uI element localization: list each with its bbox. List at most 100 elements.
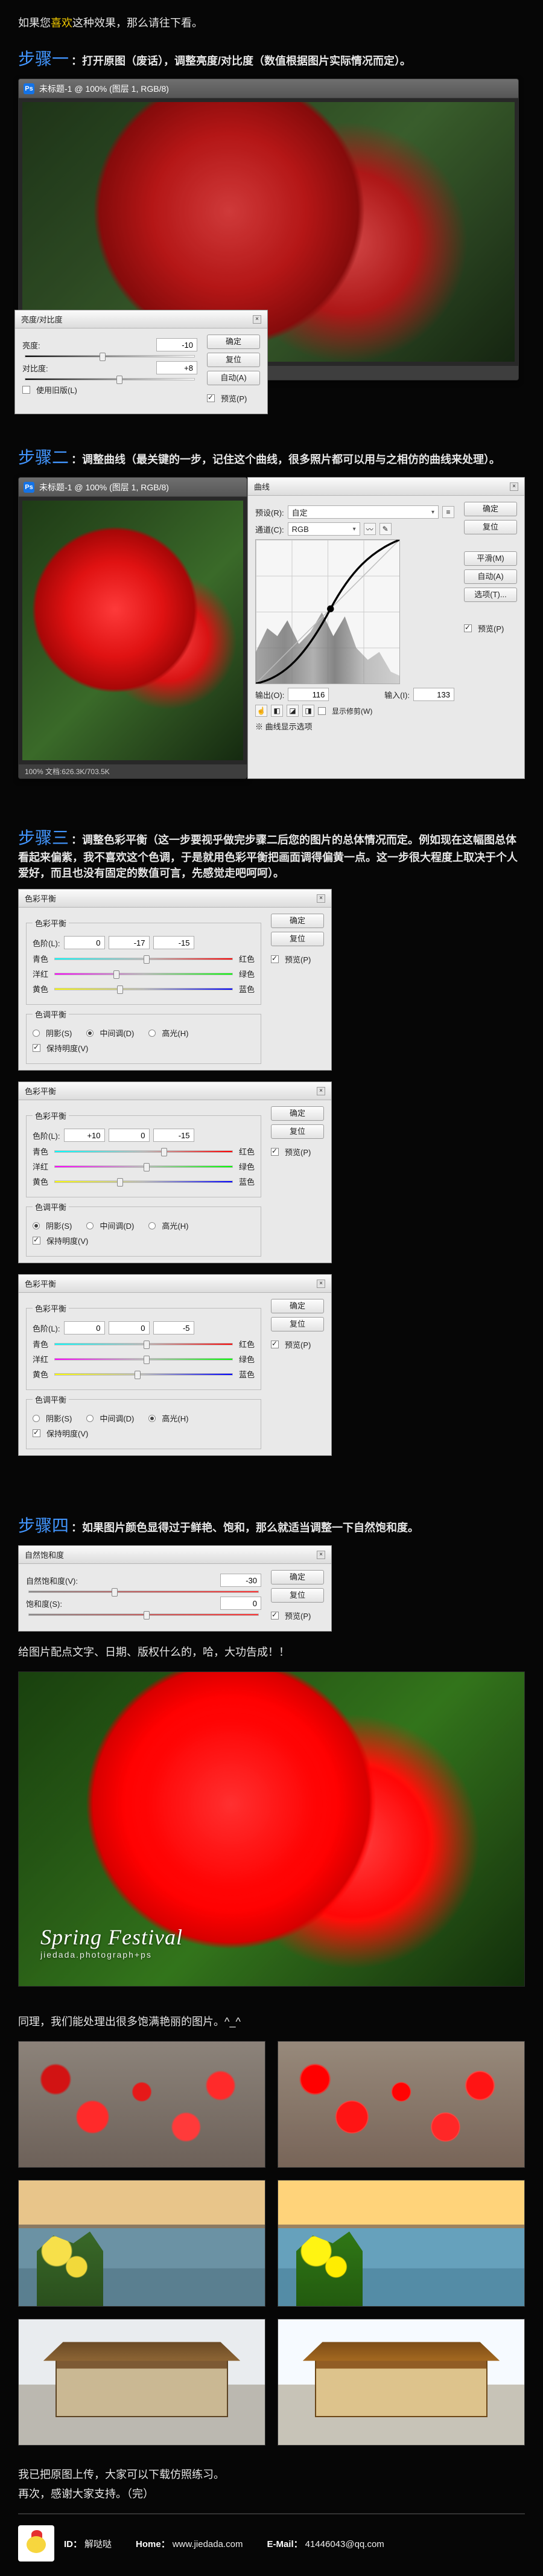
yellow-blue-slider[interactable] [54,988,233,990]
magenta-green-slider[interactable] [54,973,233,975]
eyedropper-white-icon[interactable]: ◨ [302,705,314,717]
level-c-input[interactable] [153,1321,194,1334]
step4-heading: 步骤四：如果图片颜色显得过于鲜艳、饱和，那么就适当调整一下自然饱和度。 [18,1513,525,1537]
color-balance-dialog: 色彩平衡× 色彩平衡 色阶(L): 青色红色 洋红绿色 黄色蓝色 [18,889,332,1071]
curve-display-options[interactable]: ※ 曲线显示选项 [255,720,313,732]
tone-midtones-radio[interactable] [86,1030,94,1037]
level-b-input[interactable] [109,1129,150,1142]
tone-highlights-radio[interactable] [148,1222,156,1229]
author-home[interactable]: www.jiedada.com [173,2539,243,2549]
preset-menu-icon[interactable]: ≡ [442,506,454,518]
intro-line: 如果您喜欢这种效果，那么请往下看。 [18,14,525,30]
step3-desc: ：调整色彩平衡（这一步要视乎做完步骤二后您的图片的总体情况而定。例如现在这幅图总… [18,834,518,879]
saturation-input[interactable] [220,1597,261,1610]
contrast-input[interactable] [156,361,197,374]
preserve-luminosity-checkbox[interactable] [33,1237,40,1245]
preview-checkbox[interactable] [464,624,472,632]
author-email[interactable]: 41446043@qq.com [305,2539,384,2549]
ok-button[interactable]: 确定 [207,335,260,349]
smooth-button[interactable]: 平滑(M) [464,551,517,566]
preset-select[interactable]: 自定▾ [288,505,439,519]
preview-checkbox[interactable] [271,1341,279,1348]
magenta-green-slider[interactable] [54,1165,233,1168]
vibrance-slider[interactable] [28,1591,259,1593]
tone-highlights-radio[interactable] [148,1030,156,1037]
close-icon[interactable]: × [317,1087,325,1095]
levels-label: 色阶(L): [33,1322,60,1334]
hand-sampler-icon[interactable]: ☝ [255,705,267,717]
close-icon[interactable]: × [253,315,261,324]
eyedropper-black-icon[interactable]: ◧ [271,705,283,717]
cancel-button[interactable]: 复位 [271,932,324,946]
contrast-slider[interactable] [25,378,195,380]
auto-button[interactable]: 自动(A) [207,371,260,385]
cyan-red-slider[interactable] [54,1343,233,1345]
cancel-button[interactable]: 复位 [271,1588,324,1603]
close-icon[interactable]: × [317,894,325,903]
yellow-blue-slider[interactable] [54,1373,233,1376]
cancel-button[interactable]: 复位 [271,1124,324,1139]
preview-checkbox[interactable] [271,955,279,963]
level-b-input[interactable] [109,936,150,949]
author-footer: ID：解哒哒 Home：www.jiedada.com E-Mail：41446… [18,2514,525,2576]
cyan-red-slider[interactable] [54,1150,233,1153]
ok-button[interactable]: 确定 [271,1299,324,1313]
options-button[interactable]: 选项(T)... [464,588,517,602]
tone-highlights-radio[interactable] [148,1415,156,1422]
input-label: 输入(I): [384,689,410,700]
preview-checkbox[interactable] [271,1612,279,1620]
ok-button[interactable]: 确定 [271,1106,324,1121]
level-a-input[interactable] [64,1321,105,1334]
curve-tool-icon[interactable]: 〰 [364,523,376,535]
photoshop-icon: Ps [24,83,34,94]
preview-checkbox[interactable] [271,1148,279,1156]
level-a-input[interactable] [64,936,105,949]
ps-titlebar: Ps 未标题-1 @ 100% (图层 1, RGB/8) [19,79,518,98]
close-icon[interactable]: × [317,1280,325,1288]
auto-button[interactable]: 自动(A) [464,569,517,584]
curves-graph[interactable] [255,539,400,684]
preview-checkbox[interactable] [207,394,215,402]
preserve-luminosity-checkbox[interactable] [33,1429,40,1437]
pencil-tool-icon[interactable]: ✎ [379,523,392,535]
yellow-blue-slider[interactable] [54,1181,233,1183]
level-a-input[interactable] [64,1129,105,1142]
ok-button[interactable]: 确定 [464,502,517,516]
use-legacy-checkbox[interactable] [22,386,30,394]
cancel-button[interactable]: 复位 [464,520,517,534]
channel-select[interactable]: RGB▾ [288,522,360,536]
vibrance-input[interactable] [220,1574,261,1587]
output-input[interactable] [288,688,329,701]
level-b-input[interactable] [109,1321,150,1334]
eyedropper-gray-icon[interactable]: ◪ [287,705,299,717]
levels-label: 色阶(L): [33,937,60,949]
tone-shadows-radio[interactable] [33,1030,40,1037]
tone-midtones-radio[interactable] [86,1415,94,1422]
brightness-slider[interactable] [25,355,195,357]
watermark-title: Spring Festival [40,1924,183,1950]
show-clipping-checkbox[interactable] [318,707,326,715]
brightness-input[interactable] [156,338,197,351]
saturation-label: 饱和度(S): [26,1598,62,1609]
close-icon[interactable]: × [510,482,518,491]
tone-shadows-radio[interactable] [33,1222,40,1229]
close-icon[interactable]: × [317,1551,325,1559]
cancel-button[interactable]: 复位 [207,353,260,367]
cyan-red-slider[interactable] [54,958,233,960]
tone-shadows-radio[interactable] [33,1415,40,1422]
ok-button[interactable]: 确定 [271,914,324,928]
tone-midtones-radio[interactable] [86,1222,94,1229]
step1-label: 步骤一 [18,50,69,68]
magenta-green-slider[interactable] [54,1358,233,1360]
sample-lake-after [278,2180,525,2307]
level-c-input[interactable] [153,1129,194,1142]
brightness-contrast-dialog: 亮度/对比度 × 亮度: 对比度: 使用旧版(L) 确定 [14,310,268,414]
preserve-luminosity-checkbox[interactable] [33,1044,40,1052]
dialog-title: 亮度/对比度 × [15,310,267,328]
saturation-slider[interactable] [28,1613,259,1616]
input-input[interactable] [413,688,454,701]
avatar [18,2525,54,2562]
level-c-input[interactable] [153,936,194,949]
ok-button[interactable]: 确定 [271,1570,324,1584]
cancel-button[interactable]: 复位 [271,1317,324,1331]
